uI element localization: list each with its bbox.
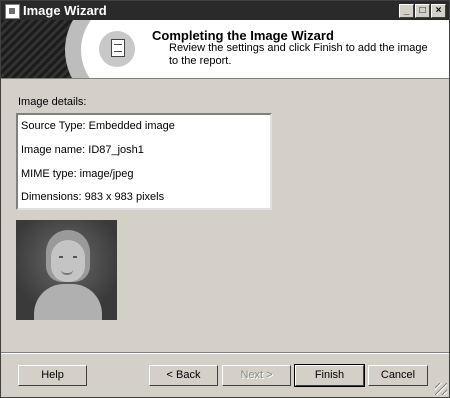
close-button[interactable]: × [431, 4, 446, 18]
wizard-banner-art [1, 20, 141, 78]
page-title: Completing the Image Wizard [152, 28, 334, 43]
footer-divider [1, 352, 449, 354]
image-name-line: Image name: ID87_josh1 [21, 144, 144, 156]
cancel-button[interactable]: Cancel [368, 365, 428, 386]
page-subtitle: Review the settings and click Finish to … [169, 42, 428, 67]
wizard-header: Completing the Image Wizard Review the s… [1, 20, 449, 79]
minimize-button[interactable]: _ [399, 4, 414, 18]
maximize-button[interactable]: □ [415, 4, 430, 18]
next-button[interactable]: Next > [222, 365, 291, 386]
back-button[interactable]: < Back [149, 365, 218, 386]
source-type-line: Source Type: Embedded image [21, 120, 175, 132]
title-bar: Image Wizard _ □ × [1, 1, 449, 20]
finish-button[interactable]: Finish [294, 364, 365, 387]
image-preview [16, 220, 117, 320]
resize-grip-icon[interactable] [435, 383, 447, 395]
window-title: Image Wizard [23, 3, 107, 18]
image-wizard-window: Image Wizard _ □ × Completing the Image … [0, 0, 450, 398]
mime-type-line: MIME type: image/jpeg [21, 168, 134, 180]
document-icon [99, 31, 135, 67]
dimensions-line: Dimensions: 983 x 983 pixels [21, 191, 165, 203]
help-button[interactable]: Help [18, 365, 87, 386]
image-details-box[interactable]: Source Type: Embedded image Image name: … [16, 113, 272, 210]
image-details-label: Image details: [18, 96, 87, 108]
app-icon [5, 4, 20, 19]
